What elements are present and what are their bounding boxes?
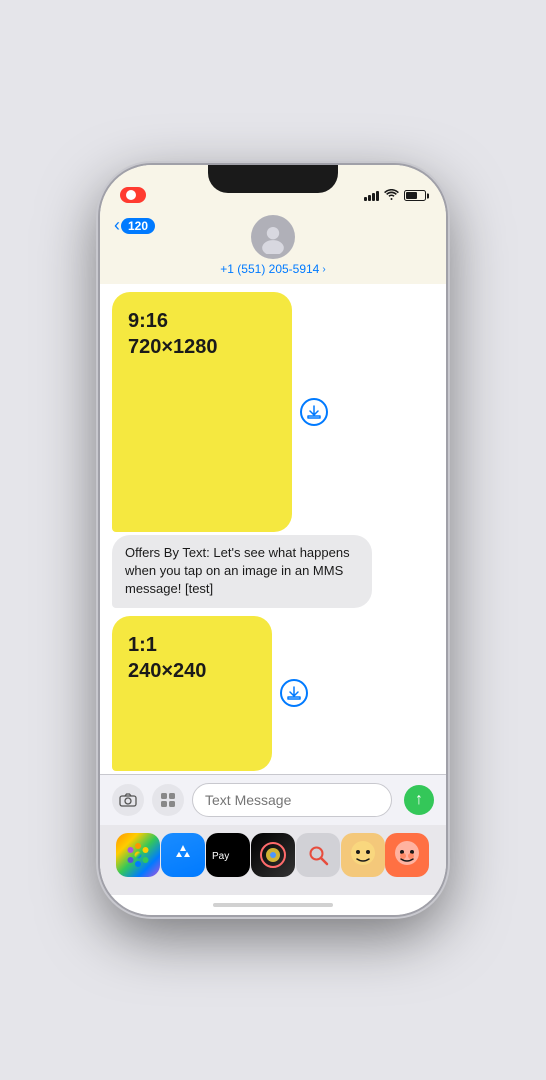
contact-chevron-icon: › [322,264,325,275]
status-left [120,187,146,203]
notch [208,165,338,193]
download-button-1[interactable] [300,398,328,426]
camera-button[interactable] [112,784,144,816]
text-input-wrapper[interactable] [192,783,392,817]
contact-number-text: +1 (551) 205-5914 [220,262,319,276]
battery-icon [404,190,426,201]
mms-image-1-text: 9:16720×1280 [128,308,218,360]
mms-wrapper-1: 9:16720×1280 [112,292,292,532]
text-message-input[interactable] [205,792,379,808]
dock-icon-appstore[interactable] [161,833,205,877]
record-dot [126,190,136,200]
mms-image-1[interactable]: 9:16720×1280 [112,292,292,532]
send-arrow-icon: ↑ [415,792,423,808]
dock-icon-memoji2[interactable] [385,833,429,877]
download-button-2[interactable] [280,679,308,707]
dock: Pay [100,825,446,895]
record-indicator [120,187,146,203]
dock-icon-applepay[interactable]: Pay [206,833,250,877]
text-bubble-1-content: Offers By Text: Let's see what happens w… [125,545,350,596]
contact-number[interactable]: +1 (551) 205-5914 › [220,262,325,276]
dock-icon-photos[interactable] [116,833,160,877]
signal-bar-3 [372,193,375,201]
home-bar [213,903,333,907]
message-group-1: 9:16720×1280 Offers By Text: Let's see w… [112,292,434,608]
back-count[interactable]: 120 [121,218,155,234]
signal-bar-2 [368,195,371,201]
mms-wrapper-2: 1:1240×240 [112,616,272,771]
apps-button[interactable] [152,784,184,816]
contact-avatar[interactable] [251,215,295,259]
dock-icon-memoji1[interactable] [341,833,385,877]
text-bubble-1[interactable]: Offers By Text: Let's see what happens w… [112,535,372,608]
mms-image-2[interactable]: 1:1240×240 [112,616,272,771]
screen: ‹ 120 +1 (551) 205-5914 › 9 [100,165,446,915]
signal-bar-4 [376,191,379,201]
back-button[interactable]: ‹ 120 [114,215,155,236]
signal-bars-icon [364,191,379,201]
signal-bar-1 [364,197,367,201]
status-right [364,188,426,203]
message-group-2: 1:1240×240 Offers By Text: Let's see wha… [112,616,434,774]
dock-icon-search[interactable] [296,833,340,877]
phone-frame: ‹ 120 +1 (551) 205-5914 › 9 [100,165,446,915]
messages-area[interactable]: 9:16720×1280 Offers By Text: Let's see w… [100,284,446,774]
wifi-icon [384,188,399,203]
battery-fill [406,192,417,199]
back-chevron-icon: ‹ [114,215,120,236]
home-indicator [100,895,446,915]
send-button[interactable]: ↑ [404,785,434,815]
input-area: ↑ [100,774,446,825]
dock-icon-freeform[interactable] [251,833,295,877]
svg-text:Pay: Pay [212,851,229,862]
mms-image-2-text: 1:1240×240 [128,632,206,684]
